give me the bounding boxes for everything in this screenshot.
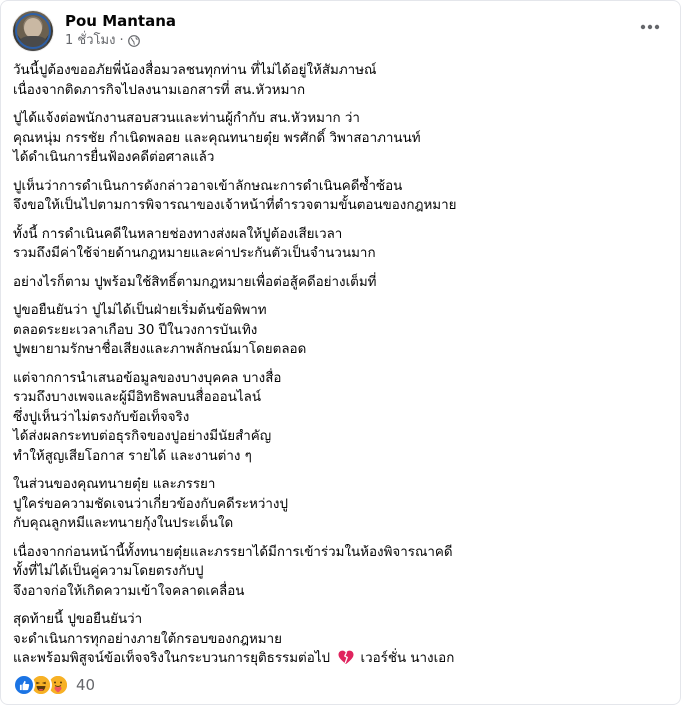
text-line: แต่จากการนำเสนอข้อมูลของบางบุคคล บางสื่อ bbox=[13, 370, 282, 386]
text-line: ปูเห็นว่าการดำเนินการดังกล่าวอาจเข้าลักษ… bbox=[13, 178, 403, 194]
closing-text: และพร้อมพิสูจน์ข้อเท็จจริงในกระบวนการยุต… bbox=[13, 651, 331, 666]
text-line: จึงขอให้เป็นไปตามการพิจารณาของเจ้าหน้าที… bbox=[13, 198, 457, 213]
text-line: สุดท้ายนี้ ปูขอยืนยันว่า bbox=[13, 612, 143, 627]
closing-paragraph: สุดท้ายนี้ ปูขอยืนยันว่า จะดำเนินการทุกอ… bbox=[13, 610, 668, 672]
text-line: เนื่องจากติดภารกิจไปลงนามเอกสารที่ สน.หั… bbox=[13, 82, 306, 98]
text-line: ปูขอยืนยันว่า ปูไม่ได้เป็นฝ่ายเริ่มต้นข้… bbox=[13, 303, 267, 318]
text-line: รวมถึงบางเพจและผู้มีอิทธิพลบนสื่อออนไลน์ bbox=[13, 390, 261, 405]
text-line: ทั้งนี้ การดำเนินคดีในหลายช่องทางส่งผลให… bbox=[13, 226, 343, 242]
text-line: ได้ส่งผลกระทบต่อธุรกิจของปูอย่างมีนัยสำค… bbox=[13, 429, 272, 444]
text-line: อย่างไรก็ตาม ปูพร้อมใช้สิทธิ์ตามกฎหมายเพ… bbox=[13, 274, 377, 290]
globe-icon[interactable] bbox=[127, 35, 140, 47]
separator-dot: · bbox=[119, 33, 124, 48]
text-line: เนื่องจากก่อนหน้านี้ทั้งทนายตุ๋ยและภรรยา… bbox=[13, 544, 453, 560]
text-line: คุณหนุ่ม กรรชัย กำเนิดพลอย และคุณทนายตุ๋… bbox=[13, 130, 421, 146]
text-line: จึงอาจก่อให้เกิดความเข้าใจคลาดเคลื่อน bbox=[13, 583, 245, 599]
text-line: ตลอดระยะเวลาเกือบ 30 ปีในวงการบันเทิง bbox=[13, 322, 258, 338]
paragraph: ปูขอยืนยันว่า ปูไม่ได้เป็นฝ่ายเริ่มต้นข้… bbox=[13, 301, 668, 360]
author-name[interactable]: Pou Mantana bbox=[65, 11, 176, 31]
timestamp[interactable]: 1 ชั่วโมง bbox=[65, 32, 115, 50]
ellipsis-icon bbox=[640, 24, 660, 30]
paragraph: ปูได้แจ้งต่อพนักงานสอบสวนและท่านผู้กำกับ… bbox=[13, 109, 668, 168]
post-body: วันนี้ปูต้องขออภัยพี่น้องสื่อมวลชนทุกท่า… bbox=[13, 61, 668, 681]
paragraph: อย่างไรก็ตาม ปูพร้อมใช้สิทธิ์ตามกฎหมายเพ… bbox=[13, 273, 668, 293]
facebook-post: Pou Mantana 1 ชั่วโมง · วันนี้ปูต้องขออภ… bbox=[0, 0, 681, 705]
reaction-count[interactable]: 40 bbox=[76, 675, 95, 695]
text-line: ปูได้แจ้งต่อพนักงานสอบสวนและท่านผู้กำกับ… bbox=[13, 111, 360, 126]
reactions-bar[interactable]: 40 bbox=[13, 674, 95, 696]
text-line: วันนี้ปูต้องขออภัยพี่น้องสื่อมวลชนทุกท่า… bbox=[13, 63, 377, 78]
paragraph: ในส่วนของคุณทนายตุ๋ย และภรรยา ปูใคร่ขอคว… bbox=[13, 475, 668, 534]
post-header: Pou Mantana 1 ชั่วโมง · bbox=[13, 11, 668, 53]
avatar[interactable] bbox=[13, 11, 53, 51]
text-line: กับคุณลูกหมีและทนายกุ้งในประเด็นใด bbox=[13, 516, 234, 531]
text-line: ทำให้สูญเสียโอกาส รายได้ และงานต่าง ๆ bbox=[13, 448, 252, 464]
text-line: ซึ่งปูเห็นว่าไม่ตรงกับข้อเท็จจริง bbox=[13, 409, 190, 425]
paragraph: แต่จากการนำเสนอข้อมูลของบางบุคคล บางสื่อ… bbox=[13, 369, 668, 467]
text-line: รวมถึงมีค่าใช้จ่ายด้านกฎหมายและค่าประกัน… bbox=[13, 246, 376, 261]
paragraph: วันนี้ปูต้องขออภัยพี่น้องสื่อมวลชนทุกท่า… bbox=[13, 61, 668, 100]
like-icon[interactable] bbox=[13, 674, 35, 696]
post-meta: 1 ชั่วโมง · bbox=[65, 32, 140, 50]
paragraph: เนื่องจากก่อนหน้านี้ทั้งทนายตุ๋ยและภรรยา… bbox=[13, 543, 668, 602]
text-line: ได้ดำเนินการยื่นฟ้องคดีต่อศาลแล้ว bbox=[13, 150, 215, 165]
text-line: ทั้งที่ไม่ได้เป็นคู่ความโดยตรงกับปู bbox=[13, 564, 204, 579]
paragraph: ทั้งนี้ การดำเนินคดีในหลายช่องทางส่งผลให… bbox=[13, 225, 668, 264]
broken-heart-icon bbox=[338, 650, 354, 672]
text-line: ปูใคร่ขอความชัดเจนว่าเกี่ยวข้องกับคดีระห… bbox=[13, 496, 288, 512]
text-line-with-emoji: และพร้อมพิสูจน์ข้อเท็จจริงในกระบวนการยุต… bbox=[13, 649, 668, 672]
closing-tag: เวอร์ชั่น นางเอก bbox=[360, 651, 455, 666]
text-line: จะดำเนินการทุกอย่างภายใต้กรอบของกฎหมาย bbox=[13, 631, 282, 647]
paragraph: ปูเห็นว่าการดำเนินการดังกล่าวอาจเข้าลักษ… bbox=[13, 177, 668, 216]
text-line: ในส่วนของคุณทนายตุ๋ย และภรรยา bbox=[13, 477, 216, 492]
more-options-button[interactable] bbox=[636, 15, 664, 39]
text-line: ปูพยายามรักษาชื่อเสียงและภาพลักษณ์มาโดยต… bbox=[13, 342, 307, 357]
